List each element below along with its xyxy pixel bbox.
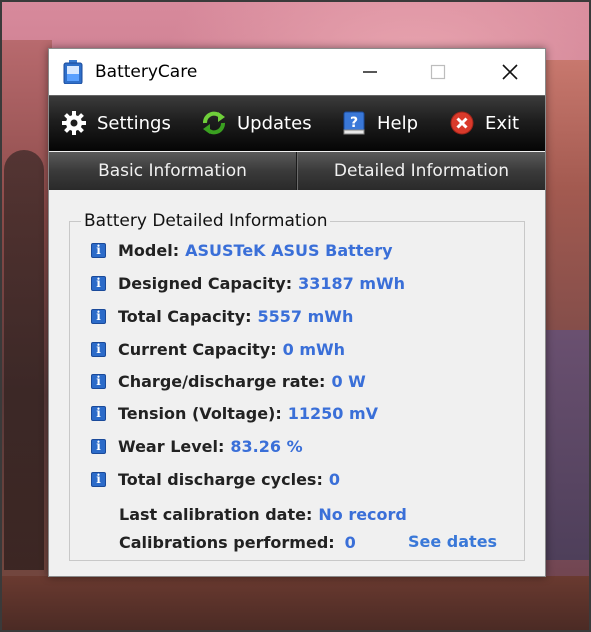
detail-label: Designed Capacity: <box>118 273 293 293</box>
help-label: Help <box>377 112 419 134</box>
batterycare-window: BatteryCare Settings Updates ? Help Exit… <box>48 48 546 577</box>
settings-label: Settings <box>97 112 171 134</box>
detail-value: 83.26 % <box>230 436 303 456</box>
maximize-icon <box>430 64 446 80</box>
info-icon[interactable]: i <box>91 341 106 357</box>
calibration-last-row: Last calibration date: No record <box>119 503 407 525</box>
settings-button[interactable]: Settings <box>61 108 171 138</box>
last-calibration-value: No record <box>318 504 407 524</box>
wallpaper-lake <box>545 330 591 560</box>
tab-detailed-information[interactable]: Detailed Information <box>297 152 545 190</box>
detail-row-current-capacity: i Current Capacity: 0 mWh <box>91 338 345 360</box>
detail-label: Current Capacity: <box>118 339 277 359</box>
title-bar[interactable]: BatteryCare <box>49 49 545 95</box>
tab-bar: Basic Information Detailed Information <box>49 152 545 190</box>
detail-row-designed-capacity: i Designed Capacity: 33187 mWh <box>91 272 405 294</box>
exit-icon <box>449 110 475 136</box>
info-icon[interactable]: i <box>91 373 106 389</box>
updates-button[interactable]: Updates <box>201 108 312 138</box>
detail-row-wear-level: i Wear Level: 83.26 % <box>91 435 303 457</box>
refresh-icon <box>201 110 227 136</box>
info-icon[interactable]: i <box>91 308 106 324</box>
detail-value: 0 mWh <box>282 339 346 359</box>
detail-label: Total discharge cycles: <box>118 469 323 489</box>
detail-value: 33187 mWh <box>298 273 406 293</box>
info-icon[interactable]: i <box>91 242 106 258</box>
details-group-title: Battery Detailed Information <box>81 211 331 231</box>
info-icon[interactable]: i <box>91 471 106 487</box>
detail-label: Charge/discharge rate: <box>118 371 326 391</box>
detail-label: Tension (Voltage): <box>118 403 282 423</box>
minimize-icon <box>363 71 377 73</box>
info-icon[interactable]: i <box>91 438 106 454</box>
info-icon[interactable]: i <box>91 275 106 291</box>
detail-row-voltage: i Tension (Voltage): 11250 mV <box>91 402 378 424</box>
wallpaper-ground <box>0 576 591 632</box>
help-book-icon: ? <box>341 110 367 136</box>
detail-value: 0 <box>328 469 340 489</box>
svg-text:?: ? <box>350 115 358 131</box>
detail-value: 11250 mV <box>287 403 379 423</box>
close-button[interactable] <box>487 49 533 95</box>
detail-row-total-capacity: i Total Capacity: 5557 mWh <box>91 305 353 327</box>
detail-label: Wear Level: <box>118 436 225 456</box>
minimize-button[interactable] <box>347 49 393 95</box>
detail-value: 5557 mWh <box>257 306 354 326</box>
tab-basic-information[interactable]: Basic Information <box>49 152 297 190</box>
see-dates-link[interactable]: See dates <box>408 532 497 551</box>
exit-label: Exit <box>485 112 520 134</box>
detail-row-charge-rate: i Charge/discharge rate: 0 W <box>91 370 366 392</box>
detail-label: Total Capacity: <box>118 306 252 326</box>
window-title: BatteryCare <box>95 62 198 82</box>
battery-app-icon <box>63 60 83 85</box>
exit-button[interactable]: Exit <box>449 108 519 138</box>
detail-label: Model: <box>118 240 180 260</box>
calibration-count-row: Calibrations performed: 0 <box>119 531 356 553</box>
help-button[interactable]: ? Help <box>341 108 418 138</box>
calibrations-performed-value: 0 <box>344 532 356 552</box>
detail-row-discharge-cycles: i Total discharge cycles: 0 <box>91 468 340 490</box>
calibrations-performed-label: Calibrations performed: <box>119 532 335 552</box>
updates-label: Updates <box>237 112 312 134</box>
maximize-button[interactable] <box>415 49 461 95</box>
detail-value: ASUSTeK ASUS Battery <box>185 240 393 260</box>
detail-value: 0 W <box>331 371 366 391</box>
close-icon <box>502 64 518 80</box>
last-calibration-label: Last calibration date: <box>119 504 313 524</box>
wallpaper-tree <box>4 150 44 570</box>
gear-icon <box>61 110 87 136</box>
toolbar: Settings Updates ? Help Exit <box>49 95 545 151</box>
detail-row-model: i Model: ASUSTeK ASUS Battery <box>91 239 393 261</box>
info-icon[interactable]: i <box>91 405 106 421</box>
